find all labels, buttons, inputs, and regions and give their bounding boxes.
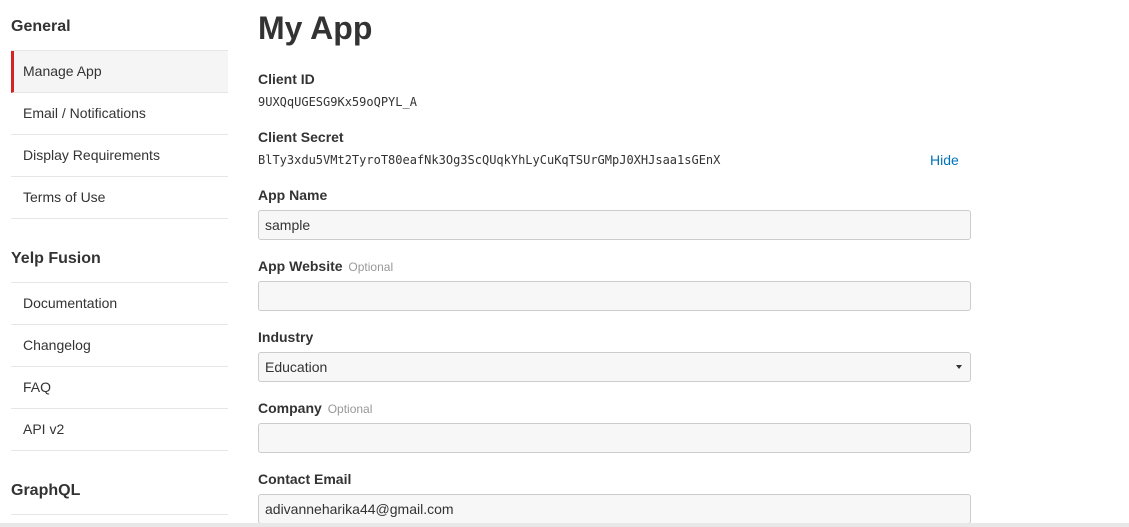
app-website-label-text: App Website xyxy=(258,258,343,274)
client-secret-value: BlTy3xdu5VMt2TyroT80eafNk3Og3ScQUqkYhLyC… xyxy=(258,153,721,167)
company-optional-hint: Optional xyxy=(327,402,373,416)
hide-secret-link[interactable]: Hide xyxy=(930,152,959,168)
sidebar-item-changelog[interactable]: Changelog xyxy=(11,325,228,367)
company-label: Company Optional xyxy=(258,400,372,416)
section-title-yelp-fusion: Yelp Fusion xyxy=(11,250,101,267)
app-name-input[interactable]: sample xyxy=(258,210,971,240)
industry-select[interactable]: Education xyxy=(258,352,971,382)
app-website-label: App Website Optional xyxy=(258,258,393,274)
company-label-text: Company xyxy=(258,400,322,416)
sidebar-item-display-requirements[interactable]: Display Requirements xyxy=(11,135,228,177)
sidebar-item-api-v2[interactable]: API v2 xyxy=(11,409,228,451)
app-website-input[interactable] xyxy=(258,281,971,311)
company-input[interactable] xyxy=(258,423,971,453)
app-name-label: App Name xyxy=(258,187,328,203)
client-secret-label: Client Secret xyxy=(258,129,344,145)
horizontal-scrollbar[interactable] xyxy=(0,523,1129,527)
sidebar-item-email-notifications[interactable]: Email / Notifications xyxy=(11,93,228,135)
sidebar-item-faq[interactable]: FAQ xyxy=(11,367,228,409)
app-website-optional-hint: Optional xyxy=(348,260,394,274)
contact-email-input[interactable]: adivanneharika44@gmail.com xyxy=(258,494,971,524)
sidebar-item-terms-of-use[interactable]: Terms of Use xyxy=(11,177,228,219)
nav-list-general: Manage App Email / Notifications Display… xyxy=(11,50,228,219)
page-title: My App xyxy=(258,10,373,46)
industry-label: Industry xyxy=(258,329,314,345)
chevron-down-icon xyxy=(956,365,962,369)
nav-list-yelp-fusion: Documentation Changelog FAQ API v2 xyxy=(11,282,228,451)
section-title-graphql: GraphQL xyxy=(11,482,81,499)
section-title-general: General xyxy=(11,18,71,35)
industry-select-value: Education xyxy=(265,359,328,375)
contact-email-label: Contact Email xyxy=(258,471,352,487)
nav-list-graphql xyxy=(11,514,228,515)
client-id-value: 9UXQqUGESG9Kx59oQPYL_A xyxy=(258,95,417,109)
client-id-label: Client ID xyxy=(258,71,315,87)
sidebar-item-documentation[interactable]: Documentation xyxy=(11,283,228,325)
sidebar-item-manage-app[interactable]: Manage App xyxy=(11,51,228,93)
